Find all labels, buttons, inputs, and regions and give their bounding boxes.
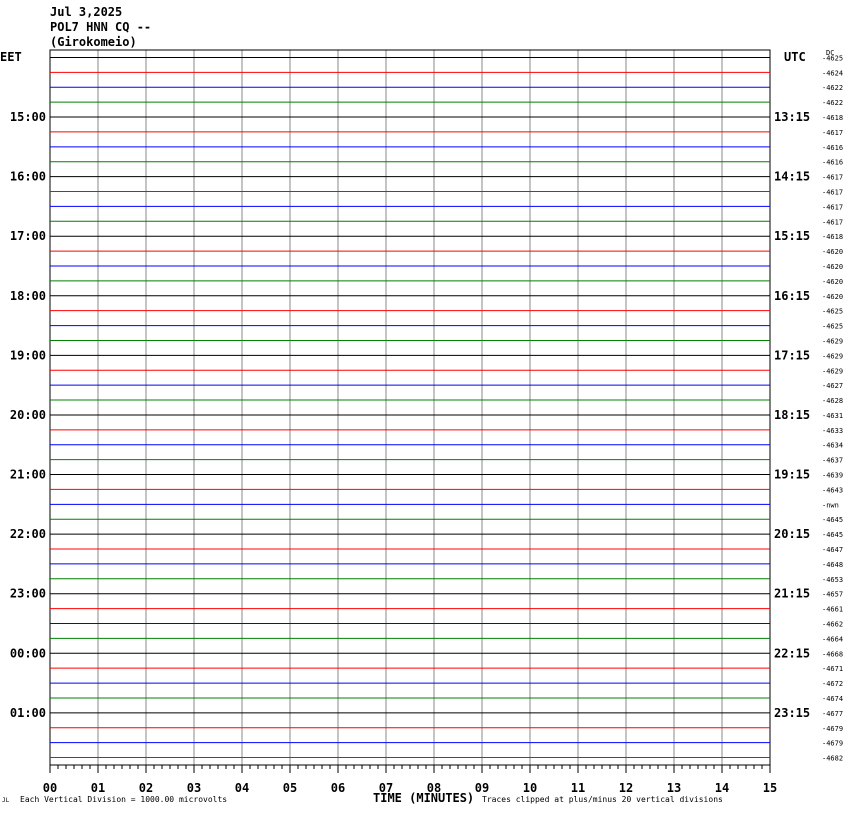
- right-time-label: 16:15: [774, 289, 810, 303]
- dc-offset-label: -4622: [822, 84, 843, 92]
- dc-offset-label: -4622: [822, 99, 843, 107]
- dc-offset-label: -4617: [822, 129, 843, 137]
- dc-offset-label: -nwn: [822, 501, 839, 509]
- dc-offset-label: -4629: [822, 337, 843, 345]
- dc-offset-label: -4671: [822, 665, 843, 673]
- dc-offset-label: -4643: [822, 486, 843, 494]
- left-time-label: 15:00: [10, 110, 46, 124]
- left-time-label: 16:00: [10, 170, 46, 184]
- dc-offset-label: -4618: [822, 233, 843, 241]
- x-tick-label: 14: [715, 781, 729, 795]
- x-tick-label: 02: [139, 781, 153, 795]
- dc-offset-label: -4679: [822, 740, 843, 748]
- date-label: Jul 3,2025: [50, 5, 123, 19]
- dc-offset-label: -4682: [822, 755, 843, 763]
- dc-offset-label: -4627: [822, 382, 843, 390]
- x-tick-label: 11: [571, 781, 585, 795]
- left-timezone-label: EET: [0, 50, 22, 64]
- location-label: (Girokomeio): [50, 35, 137, 49]
- dc-offset-label: -4645: [822, 516, 843, 524]
- dc-offset-label: -4620: [822, 293, 843, 301]
- x-axis-title: TIME (MINUTES): [373, 791, 475, 805]
- x-tick-label: 09: [475, 781, 489, 795]
- dc-offset-label: -4620: [822, 278, 843, 286]
- dc-offset-label: -4617: [822, 174, 843, 182]
- right-time-label: 20:15: [774, 527, 810, 541]
- corner-mark: JL: [2, 797, 10, 804]
- left-time-label: 17:00: [10, 229, 46, 243]
- left-time-label: 01:00: [10, 706, 46, 720]
- dc-offset-label: -4616: [822, 144, 843, 152]
- dc-offset-label: -4668: [822, 650, 843, 658]
- dc-offset-label: -4617: [822, 218, 843, 226]
- x-tick-label: 12: [619, 781, 633, 795]
- clip-note: Traces clipped at plus/minus 20 vertical…: [482, 795, 723, 804]
- right-time-label: 15:15: [774, 229, 810, 243]
- right-time-label: 14:15: [774, 170, 810, 184]
- dc-offset-label: -4662: [822, 620, 843, 628]
- dc-offset-label: -4631: [822, 412, 843, 420]
- dc-offset-label: -4629: [822, 367, 843, 375]
- dc-offset-label: -4625: [822, 308, 843, 316]
- right-time-label: 17:15: [774, 348, 810, 362]
- dc-offset-label: -4661: [822, 606, 843, 614]
- dc-offset-label: -4645: [822, 531, 843, 539]
- dc-offset-label: -4648: [822, 561, 843, 569]
- dc-offset-label: -4625: [822, 323, 843, 331]
- x-tick-label: 05: [283, 781, 297, 795]
- x-tick-label: 15: [763, 781, 777, 795]
- left-time-label: 20:00: [10, 408, 46, 422]
- dc-offset-label: -4629: [822, 352, 843, 360]
- dc-offset-label: -4672: [822, 680, 843, 688]
- left-time-label: 18:00: [10, 289, 46, 303]
- x-tick-label: 00: [43, 781, 57, 795]
- left-time-label: 23:00: [10, 587, 46, 601]
- dc-offset-label: -4677: [822, 710, 843, 718]
- left-time-label: 00:00: [10, 646, 46, 660]
- dc-offset-label: -4674: [822, 695, 843, 703]
- dc-offset-label: -4618: [822, 114, 843, 122]
- right-timezone-label: UTC: [784, 50, 806, 64]
- dc-offset-label: -4616: [822, 159, 843, 167]
- dc-offset-label: -4647: [822, 546, 843, 554]
- dc-offset-label: -4633: [822, 427, 843, 435]
- x-tick-label: 04: [235, 781, 249, 795]
- scale-note: Each Vertical Division = 1000.00 microvo…: [20, 795, 228, 804]
- dc-offset-label: -4624: [822, 69, 843, 77]
- dc-offset-label: -4653: [822, 576, 843, 584]
- right-time-label: 18:15: [774, 408, 810, 422]
- dc-offset-label: -4620: [822, 263, 843, 271]
- plot-frame: [49, 49, 771, 766]
- station-label: POL7 HNN CQ --: [50, 20, 152, 34]
- dc-offset-label: -4617: [822, 189, 843, 197]
- right-time-label: 23:15: [774, 706, 810, 720]
- left-time-label: 19:00: [10, 348, 46, 362]
- helicorder-plot: -4625 -4624 -4622 -4622 -4618 -4617 -4616 -4616…: [10, 49, 843, 795]
- dc-offset-label: -4679: [822, 725, 843, 733]
- dc-offset-label: -4657: [822, 591, 843, 599]
- right-time-label: 22:15: [774, 646, 810, 660]
- dc-offset-label: -4637: [822, 457, 843, 465]
- right-time-label: 21:15: [774, 587, 810, 601]
- right-time-label: 19:15: [774, 468, 810, 482]
- x-tick-label: 03: [187, 781, 201, 795]
- x-tick-label: 06: [331, 781, 345, 795]
- left-time-label: 21:00: [10, 468, 46, 482]
- x-tick-label: 13: [667, 781, 681, 795]
- left-time-label: 22:00: [10, 527, 46, 541]
- x-tick-label: 01: [91, 781, 105, 795]
- right-time-label: 13:15: [774, 110, 810, 124]
- dc-offset-label: -4628: [822, 397, 843, 405]
- x-tick-label: 10: [523, 781, 537, 795]
- dc-label: DC: [826, 49, 835, 57]
- dc-offset-label: -4620: [822, 248, 843, 256]
- dc-offset-label: -4664: [822, 635, 843, 643]
- dc-offset-label: -4639: [822, 472, 843, 480]
- dc-offset-label: -4617: [822, 203, 843, 211]
- dc-offset-label: -4634: [822, 442, 843, 450]
